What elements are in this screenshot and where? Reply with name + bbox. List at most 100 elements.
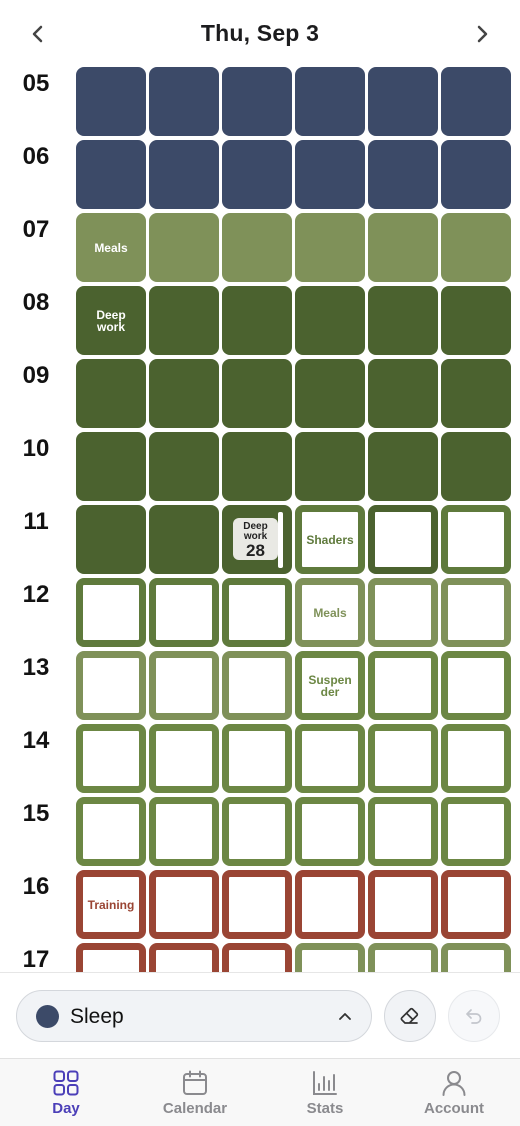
- time-slot-cell[interactable]: [441, 140, 511, 209]
- time-slot-cell[interactable]: [149, 578, 219, 647]
- time-slot-cell[interactable]: [76, 797, 146, 866]
- time-slot-cell[interactable]: Meals: [295, 943, 365, 972]
- time-slot-cell[interactable]: [441, 870, 511, 939]
- time-slot-cell[interactable]: [222, 651, 292, 720]
- time-slot-cell[interactable]: [149, 213, 219, 282]
- time-slot-cell[interactable]: [222, 943, 292, 972]
- time-slot-cell[interactable]: [441, 286, 511, 355]
- time-slot-cell[interactable]: [295, 286, 365, 355]
- time-slot-cell[interactable]: [149, 943, 219, 972]
- time-slot-cell[interactable]: [76, 943, 146, 972]
- time-slot-cell[interactable]: [295, 359, 365, 428]
- time-slot-cell[interactable]: [368, 724, 438, 793]
- tab-calendar[interactable]: Calendar: [130, 1069, 260, 1117]
- time-slot-cell[interactable]: [295, 724, 365, 793]
- time-slot-cell[interactable]: [76, 359, 146, 428]
- time-slot-cell[interactable]: [149, 870, 219, 939]
- time-slot-cell[interactable]: [149, 286, 219, 355]
- time-slot-cell[interactable]: [295, 140, 365, 209]
- time-slot-cell[interactable]: [76, 140, 146, 209]
- time-slot-cell[interactable]: [149, 432, 219, 501]
- time-slot-cell[interactable]: [222, 213, 292, 282]
- next-day-button[interactable]: [464, 16, 500, 52]
- time-slot-cell[interactable]: [368, 505, 438, 574]
- time-slot-cell[interactable]: [441, 724, 511, 793]
- time-slot-cell[interactable]: [76, 505, 146, 574]
- time-slot-cell[interactable]: [441, 651, 511, 720]
- time-slot-cell[interactable]: [368, 578, 438, 647]
- time-slot-cell[interactable]: [76, 724, 146, 793]
- time-slot-cell[interactable]: [149, 140, 219, 209]
- time-slot-cell[interactable]: [368, 651, 438, 720]
- time-slot-cell[interactable]: [295, 432, 365, 501]
- time-slot-cell[interactable]: [368, 432, 438, 501]
- time-slot-cell[interactable]: [441, 213, 511, 282]
- tab-label: Stats: [306, 1100, 344, 1117]
- time-slot-cell[interactable]: [149, 505, 219, 574]
- time-slot-cell[interactable]: [222, 432, 292, 501]
- time-slot-cell[interactable]: [441, 67, 511, 136]
- time-slot-cell[interactable]: [149, 359, 219, 428]
- time-slot-cell[interactable]: [149, 651, 219, 720]
- time-slot-cell[interactable]: [295, 797, 365, 866]
- time-slot-cell[interactable]: Suspen der: [295, 651, 365, 720]
- activity-picker[interactable]: Sleep: [16, 990, 372, 1042]
- time-slot-cell[interactable]: [222, 797, 292, 866]
- time-slot-cell[interactable]: [222, 67, 292, 136]
- drag-indicator-label: Deep work: [243, 521, 268, 542]
- time-grid[interactable]: 05 06 07 Meals 08 Deep work 09 10 11 Shaders 12 Mea…: [0, 66, 520, 972]
- grid-icon: [53, 1070, 79, 1096]
- time-slot-cell[interactable]: [368, 140, 438, 209]
- time-slot-cell[interactable]: [368, 943, 438, 972]
- tab-day[interactable]: Day: [1, 1069, 131, 1117]
- time-slot-cell[interactable]: [222, 359, 292, 428]
- time-slot-cell[interactable]: [222, 870, 292, 939]
- tab-stats[interactable]: Stats: [260, 1069, 390, 1117]
- time-slot-cell[interactable]: [76, 651, 146, 720]
- time-slot-cell[interactable]: Meals: [295, 578, 365, 647]
- drag-indicator-value: 28: [246, 541, 265, 560]
- time-slot-cell[interactable]: [441, 797, 511, 866]
- drag-handle[interactable]: [278, 512, 283, 568]
- time-slot-cell[interactable]: [222, 578, 292, 647]
- time-slot-cell[interactable]: [441, 505, 511, 574]
- time-slot-cell[interactable]: [368, 870, 438, 939]
- hour-label: 12: [22, 581, 50, 608]
- time-slot-cell[interactable]: [222, 140, 292, 209]
- time-slot-cell[interactable]: [76, 432, 146, 501]
- time-slot-cell[interactable]: [295, 213, 365, 282]
- hour-label: 13: [22, 654, 50, 681]
- undo-button[interactable]: [448, 990, 500, 1042]
- drag-indicator[interactable]: Deep work 28: [233, 518, 278, 560]
- time-slot-cell[interactable]: [149, 67, 219, 136]
- time-slot-cell[interactable]: [441, 432, 511, 501]
- time-slot-cell[interactable]: [441, 578, 511, 647]
- time-slot-cell[interactable]: [295, 67, 365, 136]
- time-slot-cell[interactable]: [76, 67, 146, 136]
- time-slot-cell[interactable]: [368, 213, 438, 282]
- time-slot-cell[interactable]: [368, 286, 438, 355]
- person-icon: [442, 1071, 466, 1096]
- time-slot-cell[interactable]: [222, 286, 292, 355]
- time-slot-cell[interactable]: [441, 943, 511, 972]
- time-slot-cell[interactable]: [149, 724, 219, 793]
- bottom-toolbar: Sleep: [0, 972, 520, 1059]
- erase-button[interactable]: [384, 990, 436, 1042]
- time-slot-cell[interactable]: Training: [76, 870, 146, 939]
- tab-account[interactable]: Account: [389, 1069, 519, 1117]
- time-slot-cell[interactable]: [441, 359, 511, 428]
- time-slot-cell[interactable]: [222, 724, 292, 793]
- time-slot-cell[interactable]: [76, 578, 146, 647]
- time-slot-cell[interactable]: [295, 870, 365, 939]
- time-slot-cell[interactable]: [368, 797, 438, 866]
- chevron-up-icon: [339, 1013, 351, 1020]
- time-slot-cell[interactable]: Deep work: [76, 286, 146, 355]
- time-slot-cell[interactable]: Meals: [76, 213, 146, 282]
- time-slot-cell[interactable]: [149, 797, 219, 866]
- tab-label: Calendar: [162, 1100, 228, 1117]
- time-slot-cell[interactable]: Shaders: [295, 505, 365, 574]
- hour-label: 11: [23, 508, 49, 535]
- activity-color-dot: [36, 1005, 59, 1028]
- time-slot-cell[interactable]: [368, 67, 438, 136]
- time-slot-cell[interactable]: [368, 359, 438, 428]
